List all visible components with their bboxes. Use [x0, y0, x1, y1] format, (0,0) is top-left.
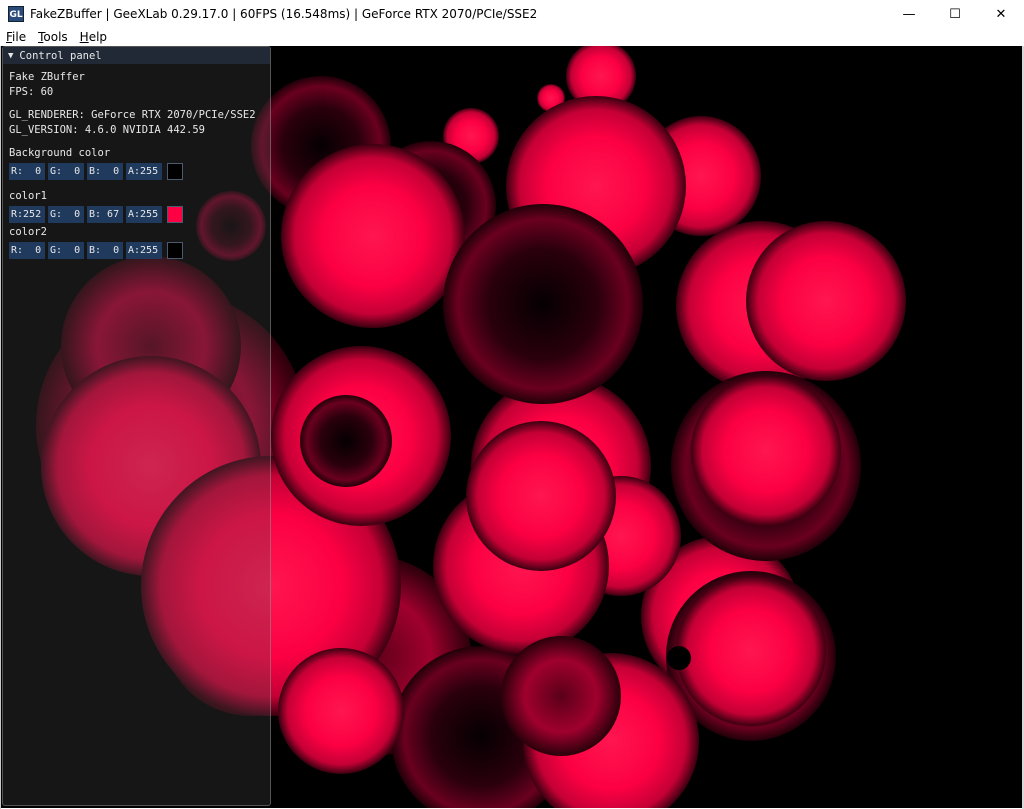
color1-b-field[interactable]: B: 67 — [87, 206, 123, 223]
sphere — [667, 646, 691, 670]
color2-a-field[interactable]: A:255 — [126, 242, 162, 259]
color1-a-field[interactable]: A:255 — [126, 206, 162, 223]
bg-b-field[interactable]: B: 0 — [87, 163, 123, 180]
title-bar: GL FakeZBuffer | GeeXLab 0.29.17.0 | 60F… — [0, 0, 1024, 28]
gl-version: GL_VERSION: 4.6.0 NVIDIA 442.59 — [9, 124, 205, 136]
gl-renderer: GL_RENDERER: GeForce RTX 2070/PCIe/SSE2 — [9, 109, 256, 121]
bg-g-field[interactable]: G: 0 — [48, 163, 84, 180]
window-title: FakeZBuffer | GeeXLab 0.29.17.0 | 60FPS … — [30, 7, 538, 21]
menu-tools-label: ools — [43, 30, 68, 44]
bg-color-swatch[interactable] — [167, 163, 183, 180]
control-panel[interactable]: ▼ Control panel Fake ZBuffer FPS: 60 GL_… — [2, 46, 271, 806]
bg-r-field[interactable]: R: 0 — [9, 163, 45, 180]
fps-readout: FPS: 60 — [9, 86, 54, 98]
color1-g-field[interactable]: G: 0 — [48, 206, 84, 223]
sphere — [691, 376, 841, 526]
sphere — [278, 648, 404, 774]
color1-label: color1 — [9, 190, 47, 202]
color1-swatch[interactable] — [167, 206, 183, 223]
menu-help[interactable]: Help — [74, 30, 113, 44]
close-button[interactable]: ✕ — [978, 0, 1024, 28]
sphere — [746, 221, 906, 381]
color2-g-field[interactable]: G: 0 — [48, 242, 84, 259]
window-controls: — ☐ ✕ — [886, 0, 1024, 28]
color2-label: color2 — [9, 226, 47, 238]
minimize-button[interactable]: — — [886, 0, 932, 28]
color2-b-field[interactable]: B: 0 — [87, 242, 123, 259]
control-panel-title: Control panel — [19, 49, 102, 62]
bg-color-label: Background color — [9, 147, 111, 159]
bg-color-row: R: 0 G: 0 B: 0 A:255 — [9, 163, 183, 180]
color2-swatch[interactable] — [167, 242, 183, 259]
menu-tools[interactable]: Tools — [32, 30, 74, 44]
menu-file-label: ile — [12, 30, 27, 44]
sphere — [281, 144, 465, 328]
color1-row: R:252 G: 0 B: 67 A:255 — [9, 206, 183, 223]
menu-bar: File Tools Help — [0, 28, 1024, 46]
bg-a-field[interactable]: A:255 — [126, 163, 162, 180]
sphere — [300, 395, 392, 487]
sphere — [501, 636, 621, 756]
maximize-button[interactable]: ☐ — [932, 0, 978, 28]
sphere — [443, 204, 643, 404]
color1-r-field[interactable]: R:252 — [9, 206, 45, 223]
menu-help-key: H — [79, 30, 89, 44]
color2-r-field[interactable]: R: 0 — [9, 242, 45, 259]
geexlab-app-icon: GL — [8, 6, 24, 22]
sphere — [466, 421, 616, 571]
control-panel-header[interactable]: ▼ Control panel — [3, 47, 270, 64]
menu-help-label: elp — [88, 30, 108, 44]
color2-row: R: 0 G: 0 B: 0 A:255 — [9, 242, 183, 259]
collapse-triangle-icon[interactable]: ▼ — [8, 51, 13, 61]
menu-file[interactable]: File — [0, 30, 32, 44]
sphere — [676, 576, 826, 726]
demo-name: Fake ZBuffer — [9, 71, 85, 83]
